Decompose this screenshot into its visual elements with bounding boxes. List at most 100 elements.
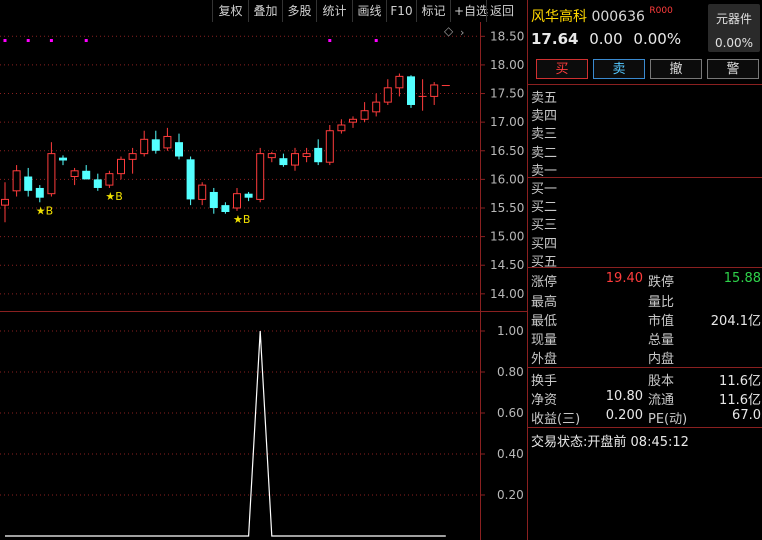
pe-label: PE(动): [648, 412, 688, 427]
candle-body: [325, 130, 334, 163]
indicator-path: [5, 330, 446, 537]
candle-body: [360, 110, 369, 120]
candle-body: [12, 170, 21, 192]
candle-body: [35, 187, 44, 198]
price-tick-label: 15.50: [490, 201, 524, 215]
eps-value: 0.200: [605, 408, 643, 423]
top-marker-series: [3, 39, 378, 42]
alert-button[interactable]: 警: [707, 59, 759, 79]
stock-badge: R000: [649, 6, 673, 16]
net-assets-value: 10.80: [605, 389, 643, 404]
toolbar-button-3[interactable]: 统计: [316, 0, 352, 22]
buy-signal-series: ★B ★B ★B: [36, 190, 251, 226]
toolbar-button-7[interactable]: +自选: [450, 0, 488, 22]
current-volume-label: 现量: [531, 333, 558, 348]
last-price: 17.64: [531, 30, 579, 48]
indicator-tick-label: 0.80: [497, 365, 524, 379]
sector-name: 元器件: [715, 12, 752, 26]
stock-code: 000636: [591, 9, 645, 25]
toolbar-button-5[interactable]: F10: [386, 0, 416, 22]
price-tick-label: 17.50: [490, 87, 524, 101]
candle-body: [175, 142, 183, 157]
kline-chart[interactable]: 18.50 18.00 17.50 17.00 16.50 16.00 15.50 15.00…: [0, 22, 527, 540]
market-cap-label: 市值: [648, 314, 675, 329]
price-line: 17.64 0.00 0.00%: [531, 30, 681, 48]
candle-body: [291, 153, 299, 166]
ask-level-2: 卖四: [531, 109, 558, 125]
toolbar-button-6[interactable]: 标记: [416, 0, 450, 22]
candle-body: [93, 179, 102, 188]
bid-level-4: 买四: [531, 236, 558, 252]
price-tick-label: 18.50: [490, 29, 524, 43]
low-label: 最低: [531, 314, 558, 329]
candle-body: [198, 184, 207, 200]
float-shares-label: 流通: [648, 393, 675, 408]
toolbar-button-4[interactable]: 画线: [352, 0, 386, 22]
buy-signal-label: ★B: [36, 204, 53, 217]
top-marker: [328, 39, 332, 42]
candle-body: [59, 157, 67, 161]
stock-title: 风华高科 000636 R000: [531, 6, 673, 26]
cancel-order-button[interactable]: 撤: [650, 59, 702, 79]
price-tick-label: 17.00: [490, 115, 524, 129]
price-change: 0.00: [589, 30, 623, 48]
sector-pct: 0.00%: [714, 36, 754, 50]
indicator-line: [5, 330, 446, 537]
candle-body: [233, 193, 241, 209]
candle-body: [70, 170, 79, 178]
candle-body: [314, 147, 323, 163]
top-marker: [26, 39, 30, 42]
sell-button[interactable]: 卖: [593, 59, 645, 79]
indicator-tick-label: 0.40: [497, 447, 524, 461]
ask-level-4: 卖二: [531, 145, 558, 161]
price-tick-label: 18.00: [490, 58, 524, 72]
toolbar-button-8[interactable]: 返回: [486, 0, 514, 22]
toolbar-button-2[interactable]: 多股: [282, 0, 316, 22]
toolbar-button-0[interactable]: 复权: [212, 0, 248, 22]
candle-body: [209, 191, 218, 208]
market-cap-value: 204.1亿: [710, 314, 761, 329]
ask-level-3: 卖三: [531, 127, 558, 143]
bid-level-3: 买三: [531, 218, 558, 234]
candle-body: [395, 75, 404, 89]
top-marker: [84, 39, 88, 42]
bid-level-2: 买二: [531, 200, 558, 216]
candle-body: [82, 170, 91, 180]
diamond-icon[interactable]: ◇: [444, 24, 454, 38]
price-tick-label: 14.50: [490, 258, 524, 272]
candle-body: [24, 176, 33, 191]
limit-up-value: 19.40: [605, 271, 643, 286]
candle-body: [349, 118, 357, 123]
high-label: 最高: [531, 295, 558, 310]
eps-label: 收益(三): [531, 412, 581, 427]
trade-status-value: 开盘前 08:45:12: [587, 435, 689, 450]
toolbar-button-1[interactable]: 叠加: [248, 0, 282, 22]
candle-body: [430, 84, 439, 97]
total-volume-label: 总量: [648, 333, 675, 348]
price-change-pct: 0.00%: [633, 30, 682, 48]
limit-down-value: 15.88: [723, 271, 761, 286]
candle-body: [128, 153, 137, 160]
price-tick-label: 15.00: [490, 230, 524, 244]
candle-body: [1, 198, 9, 206]
share-capital-label: 股本: [648, 374, 675, 389]
buy-button[interactable]: 买: [536, 59, 588, 79]
candle-body: [244, 193, 253, 198]
candle-body: [186, 159, 195, 200]
buy-signal-label: ★B: [105, 190, 122, 203]
candle-body: [140, 138, 149, 155]
candle-body: [47, 153, 56, 195]
net-assets-label: 净资: [531, 393, 558, 408]
candle-body: [337, 124, 346, 132]
candle-body: [372, 101, 381, 113]
candle-body: [117, 158, 125, 175]
chart-toolbar: 复权 叠加 多股 统计 画线 F10 标记 +自选 返回: [212, 0, 526, 22]
ask-level-1: 卖五: [531, 91, 558, 106]
quote-panel: 风华高科 000636 R000 17.64 0.00 0.00% 元器件 0.…: [527, 0, 762, 540]
top-marker: [374, 39, 378, 42]
candlestick-series: [1, 73, 450, 223]
chevron-right-icon[interactable]: ›: [460, 26, 464, 39]
sector-box[interactable]: 元器件 0.00%: [708, 4, 760, 52]
float-shares-value: 11.6亿: [719, 393, 761, 408]
buy-signal-label: ★B: [233, 213, 250, 226]
